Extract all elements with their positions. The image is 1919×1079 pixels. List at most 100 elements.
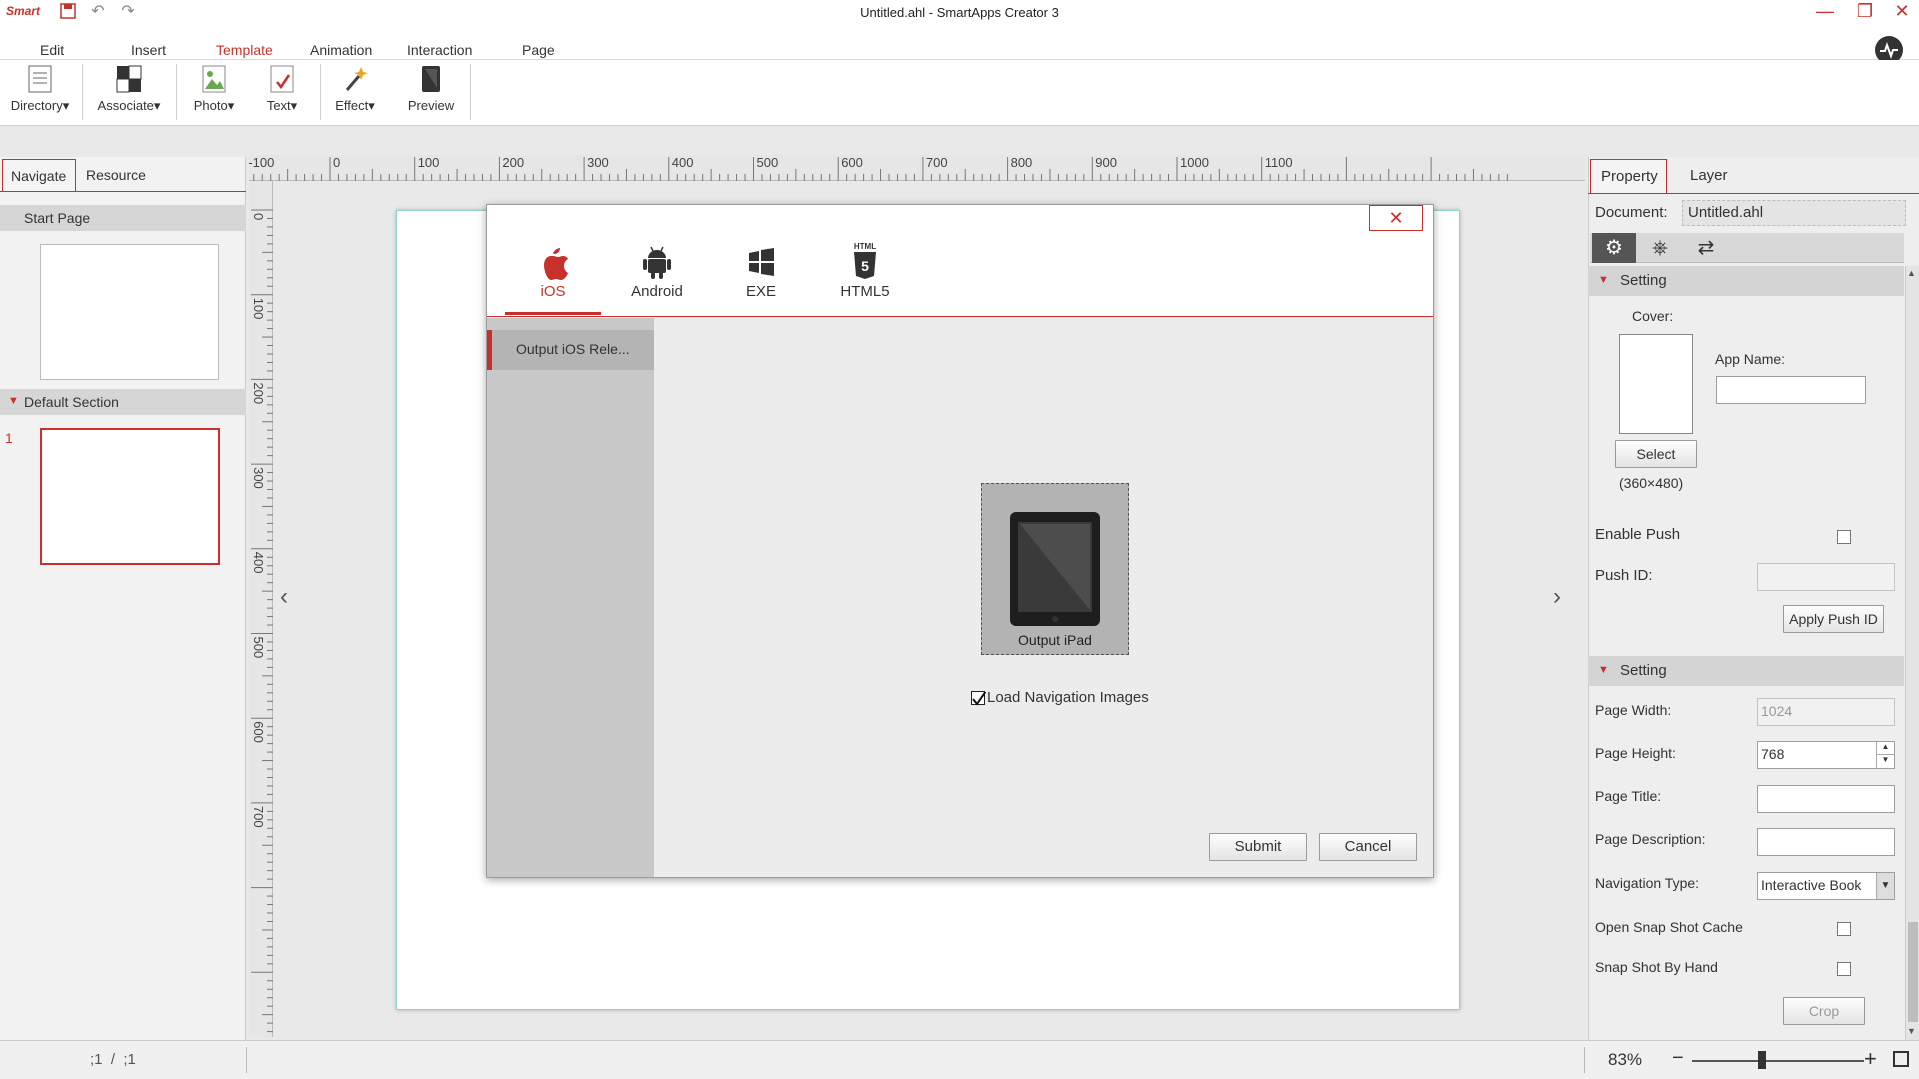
collapse-triangle-icon[interactable]: ▼ [1598, 274, 1609, 286]
zoom-out-icon[interactable]: − [1672, 1047, 1684, 1070]
select-cover-button[interactable]: Select [1615, 440, 1697, 468]
text-button[interactable]: Text▾ [252, 62, 312, 124]
zoom-level: 83% [1608, 1050, 1643, 1069]
collapse-triangle-icon[interactable]: ▼ [8, 395, 19, 407]
submit-button[interactable]: Submit [1209, 833, 1307, 861]
menu-interaction[interactable]: Interaction [407, 42, 472, 62]
tab-property[interactable]: Property [1590, 159, 1667, 193]
cover-image-box[interactable] [1619, 334, 1693, 434]
gear-icon[interactable]: ⚙ [1592, 233, 1636, 263]
transfer-arrows-icon[interactable]: ⇄ [1684, 233, 1728, 263]
scroll-up-icon[interactable]: ▲ [1907, 268, 1916, 278]
directory-button[interactable]: Directory▾ [2, 62, 78, 124]
minimize-icon[interactable]: — [1808, 0, 1842, 24]
snapshot-by-hand-checkbox[interactable] [1837, 962, 1851, 976]
chevron-down-icon[interactable]: ▼ [1876, 873, 1894, 899]
publish-dialog: ✕ iOS Android EXE HTML 5 HTML5 Output iOS… [486, 204, 1434, 878]
cover-size-label: (360×480) [1619, 475, 1684, 491]
tab-layer[interactable]: Layer [1680, 159, 1738, 193]
tab-resource[interactable]: Resource [78, 159, 154, 191]
page-title-input[interactable] [1757, 785, 1895, 813]
scroll-down-icon[interactable]: ▼ [1907, 1026, 1916, 1036]
page-description-label: Page Description: [1595, 831, 1706, 847]
tab-ios[interactable]: iOS [505, 241, 601, 300]
default-section-header[interactable]: ▼ Default Section [0, 389, 246, 415]
open-snapshot-cache-label: Open Snap Shot Cache [1595, 919, 1743, 935]
enable-push-checkbox[interactable] [1837, 530, 1851, 544]
page-setting-section-title: Setting [1620, 662, 1667, 679]
effect-button[interactable]: Effect▾ [326, 62, 384, 124]
ruler-label: 600 [841, 155, 863, 170]
close-window-icon[interactable]: ✕ [1885, 0, 1919, 24]
preview-button[interactable]: Preview [398, 62, 464, 124]
apply-push-id-button[interactable]: Apply Push ID [1783, 605, 1884, 633]
associate-chevron-down-icon: ▾ [153, 98, 161, 113]
push-id-label: Push ID: [1595, 567, 1653, 584]
page-setting-section-header[interactable]: ▼ Setting [1588, 656, 1904, 686]
page-number: 1 [5, 430, 13, 446]
zoom-slider-handle[interactable] [1758, 1051, 1766, 1069]
page-indicator: ;1 / ;1 [90, 1051, 136, 1068]
ruler-label: 800 [1011, 155, 1033, 170]
page-title-label: Page Title: [1595, 788, 1662, 804]
menu-edit[interactable]: Edit [40, 42, 64, 62]
windows-icon [749, 248, 774, 276]
wheel-icon[interactable]: ⎈ [1638, 233, 1682, 263]
load-navigation-images-label: Load Navigation Images [987, 689, 1149, 706]
start-page-header[interactable]: Start Page [0, 205, 246, 231]
output-side-list: Output iOS Rele... [487, 318, 654, 877]
ribbon-toolbar: Directory▾ Associate▾ Photo▾ Text▾ Effec… [0, 60, 1919, 126]
associate-button[interactable]: Associate▾ [86, 62, 172, 124]
page-height-stepper[interactable]: 768 ▲ ▼ [1757, 741, 1895, 769]
toolbar-divider [320, 64, 321, 120]
scroll-thumb[interactable] [1908, 922, 1918, 1022]
photo-button[interactable]: Photo▾ [182, 62, 246, 124]
ruler-label: 100 [251, 298, 266, 320]
status-divider [1584, 1047, 1585, 1073]
menu-animation[interactable]: Animation [310, 42, 372, 62]
open-snapshot-cache-checkbox[interactable] [1837, 922, 1851, 936]
page-description-input[interactable] [1757, 828, 1895, 856]
collapse-triangle-icon[interactable]: ▼ [1598, 664, 1609, 676]
next-page-arrow-icon[interactable]: › [1553, 583, 1561, 611]
output-ipad-option[interactable]: Output iPad [981, 483, 1129, 655]
previous-page-arrow-icon[interactable]: ‹ [280, 583, 288, 611]
right-panel-scrollbar[interactable]: ▲ ▼ [1905, 266, 1919, 1040]
page-width-input[interactable]: 1024 [1757, 698, 1895, 726]
push-id-input[interactable] [1757, 563, 1895, 591]
tab-android[interactable]: Android [609, 241, 705, 300]
title-bar: Smart ↶ ↷ Untitled.ahl - SmartApps Creat… [0, 0, 1919, 26]
tab-exe[interactable]: EXE [713, 241, 809, 300]
stepper-up-icon[interactable]: ▲ [1876, 742, 1894, 755]
enable-push-label: Enable Push [1595, 526, 1681, 543]
navigation-type-select[interactable]: Interactive Book ▼ [1757, 872, 1895, 900]
status-divider [246, 1047, 247, 1073]
text-label: Text [266, 98, 291, 113]
platform-tab-bar: ✕ iOS Android EXE HTML 5 HTML5 [487, 205, 1433, 317]
ruler-label: 700 [926, 155, 948, 170]
menu-insert[interactable]: Insert [131, 42, 166, 62]
page-thumbnail-selected[interactable] [40, 428, 220, 565]
crop-button[interactable]: Crop [1783, 997, 1865, 1025]
start-page-thumbnail[interactable] [40, 244, 219, 380]
tab-html5[interactable]: HTML 5 HTML5 [817, 241, 913, 300]
ruler-label: 0 [251, 213, 266, 220]
tablet-preview-icon [422, 66, 440, 92]
dialog-close-button[interactable]: ✕ [1369, 205, 1423, 231]
output-ios-release-item[interactable]: Output iOS Rele... [487, 330, 654, 370]
menu-page[interactable]: Page [522, 42, 555, 62]
fit-to-screen-icon[interactable] [1893, 1051, 1909, 1067]
ruler-label: 200 [502, 155, 524, 170]
restore-icon[interactable]: ❐ [1848, 0, 1882, 24]
ruler-label: 900 [1095, 155, 1117, 170]
stepper-down-icon[interactable]: ▼ [1876, 755, 1894, 768]
directory-label: Directory [10, 98, 63, 113]
tab-navigate[interactable]: Navigate [2, 159, 76, 191]
cancel-button[interactable]: Cancel [1319, 833, 1417, 861]
zoom-in-icon[interactable]: + [1864, 1046, 1877, 1072]
preview-label: Preview [407, 98, 455, 113]
zoom-slider-track[interactable] [1692, 1060, 1864, 1062]
load-navigation-images-checkbox[interactable] [971, 691, 986, 706]
setting-section-header[interactable]: ▼ Setting [1588, 266, 1904, 296]
app-name-input[interactable] [1716, 376, 1866, 404]
